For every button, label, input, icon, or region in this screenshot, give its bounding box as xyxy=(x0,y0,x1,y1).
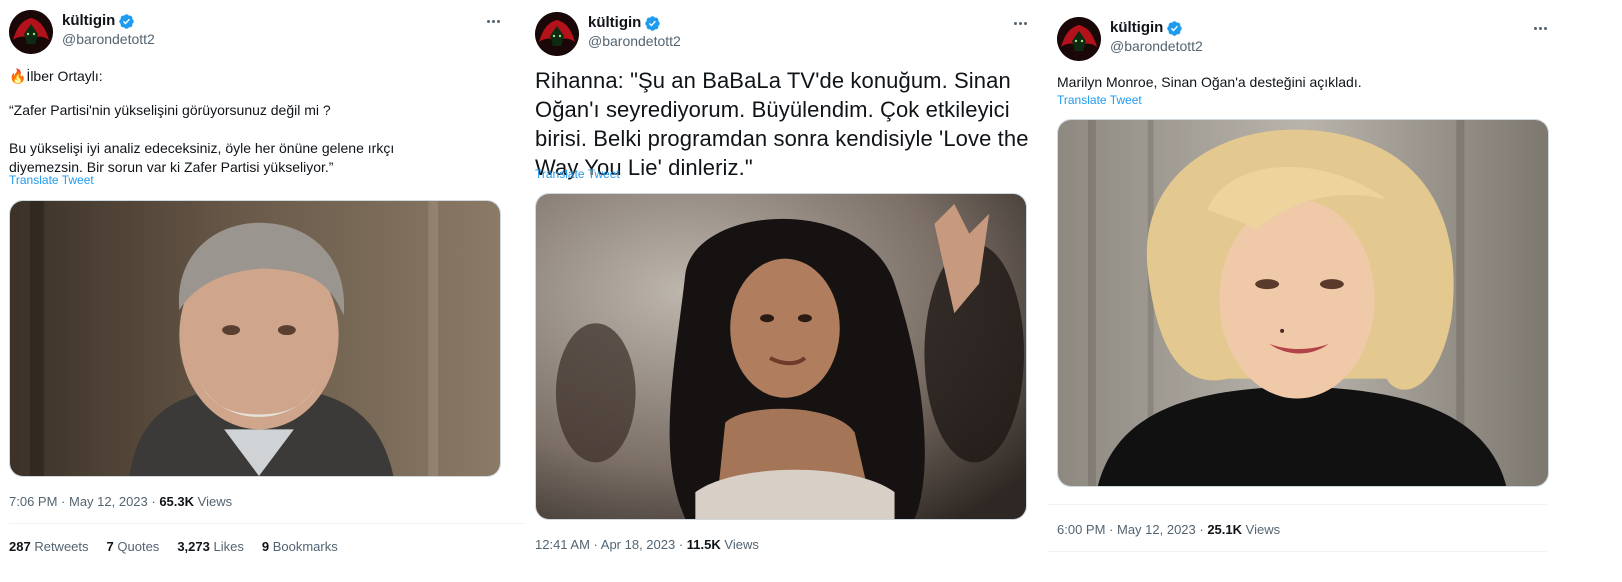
tweet-time[interactable]: 7:06 PM xyxy=(9,494,57,509)
views-label: Views xyxy=(197,494,233,509)
tweet-photo[interactable] xyxy=(535,193,1027,520)
divider xyxy=(9,523,524,524)
more-options-icon[interactable] xyxy=(1008,13,1032,33)
tweet-marilyn: kültigin @barondetott2 Marilyn Monroe, S… xyxy=(1047,0,1622,582)
divider xyxy=(1047,504,1547,505)
views-count: 11.5K xyxy=(686,537,721,552)
bookmarks-stat[interactable]: 9 Bookmarks xyxy=(262,539,338,554)
wolf-avatar-icon xyxy=(1057,17,1101,61)
tweet-meta: 7:06 PM · May 12, 2023 · 65.3K Views xyxy=(9,494,233,509)
views-label: Views xyxy=(1245,522,1281,537)
tweet-meta: 6:00 PM · May 12, 2023 · 25.1K Views xyxy=(1057,522,1281,537)
tweet-text: Rihanna: "Şu an BaBaLa TV'de konuğum. Si… xyxy=(535,68,1035,180)
verified-badge-icon xyxy=(119,13,135,29)
retweets-count: 287 xyxy=(9,539,31,554)
translate-tweet-link[interactable]: Translate Tweet xyxy=(1057,92,1142,108)
retweets-label: Retweets xyxy=(34,539,89,554)
wolf-avatar-icon xyxy=(535,12,579,56)
tweet-date[interactable]: May 12, 2023 xyxy=(69,494,148,509)
tweet-text: Marilyn Monroe, Sinan Oğan'a desteğini a… xyxy=(1057,74,1362,90)
author-name[interactable]: kültigin xyxy=(62,11,115,31)
tweet-meta: 12:41 AM · Apr 18, 2023 · 11.5K Views xyxy=(535,537,759,552)
views-count: 65.3K xyxy=(159,494,195,509)
divider xyxy=(1047,551,1547,552)
translate-tweet-link[interactable]: Translate Tweet xyxy=(9,172,94,188)
tweet-time[interactable]: 6:00 PM xyxy=(1057,522,1105,537)
tweet-rihanna: kültigin @barondetott2 Rihanna: "Şu an B… xyxy=(535,0,1073,582)
avatar[interactable] xyxy=(535,12,579,56)
author-handle[interactable]: @barondetott2 xyxy=(62,30,155,48)
tweet-intro: 🔥İlber Ortaylı: xyxy=(9,68,103,84)
retweets-stat[interactable]: 287 Retweets xyxy=(9,539,89,554)
author-name-row: kültigin xyxy=(1110,18,1183,38)
tweet-time[interactable]: 12:41 AM xyxy=(535,537,590,552)
portrait-photo-icon xyxy=(10,201,500,476)
views-count: 25.1K xyxy=(1207,522,1243,537)
tweet-photo[interactable] xyxy=(9,200,501,477)
wolf-avatar-icon xyxy=(9,10,53,54)
views-label: Views xyxy=(724,537,759,552)
translate-tweet-link[interactable]: Translate Tweet xyxy=(535,166,620,182)
verified-badge-icon xyxy=(1167,20,1183,36)
tweet-date[interactable]: May 12, 2023 xyxy=(1117,522,1196,537)
avatar[interactable] xyxy=(9,10,53,54)
more-options-icon[interactable] xyxy=(481,11,505,31)
portrait-photo-icon xyxy=(536,194,1026,519)
author-handle[interactable]: @barondetott2 xyxy=(1110,37,1203,55)
tweet-ilber: kültigin @barondetott2 🔥İlber Ortaylı: “… xyxy=(0,0,530,582)
author-handle[interactable]: @barondetott2 xyxy=(588,32,681,50)
author-name-row: kültigin xyxy=(62,11,135,31)
likes-stat[interactable]: 3,273 Likes xyxy=(177,539,244,554)
tweet-photo[interactable] xyxy=(1057,119,1549,487)
quotes-label: Quotes xyxy=(117,539,160,554)
bookmarks-label: Bookmarks xyxy=(272,539,338,554)
avatar[interactable] xyxy=(1057,17,1101,61)
quotes-stat[interactable]: 7 Quotes xyxy=(107,539,160,554)
author-name-row: kültigin xyxy=(588,13,661,33)
more-options-icon[interactable] xyxy=(1528,18,1552,38)
author-name[interactable]: kültigin xyxy=(588,13,641,33)
verified-badge-icon xyxy=(645,15,661,31)
engagement-stats: 287 Retweets 7 Quotes 3,273 Likes 9 Book… xyxy=(9,539,338,554)
author-name[interactable]: kültigin xyxy=(1110,18,1163,38)
tweet-date[interactable]: Apr 18, 2023 xyxy=(601,537,675,552)
tweet-text: “Zafer Partisi'nin yükselişini görüyorsu… xyxy=(9,102,395,175)
bookmarks-count: 9 xyxy=(261,539,270,554)
portrait-photo-icon xyxy=(1058,120,1548,486)
likes-count: 3,273 xyxy=(177,539,210,554)
quotes-count: 7 xyxy=(106,539,114,554)
likes-label: Likes xyxy=(213,539,244,554)
